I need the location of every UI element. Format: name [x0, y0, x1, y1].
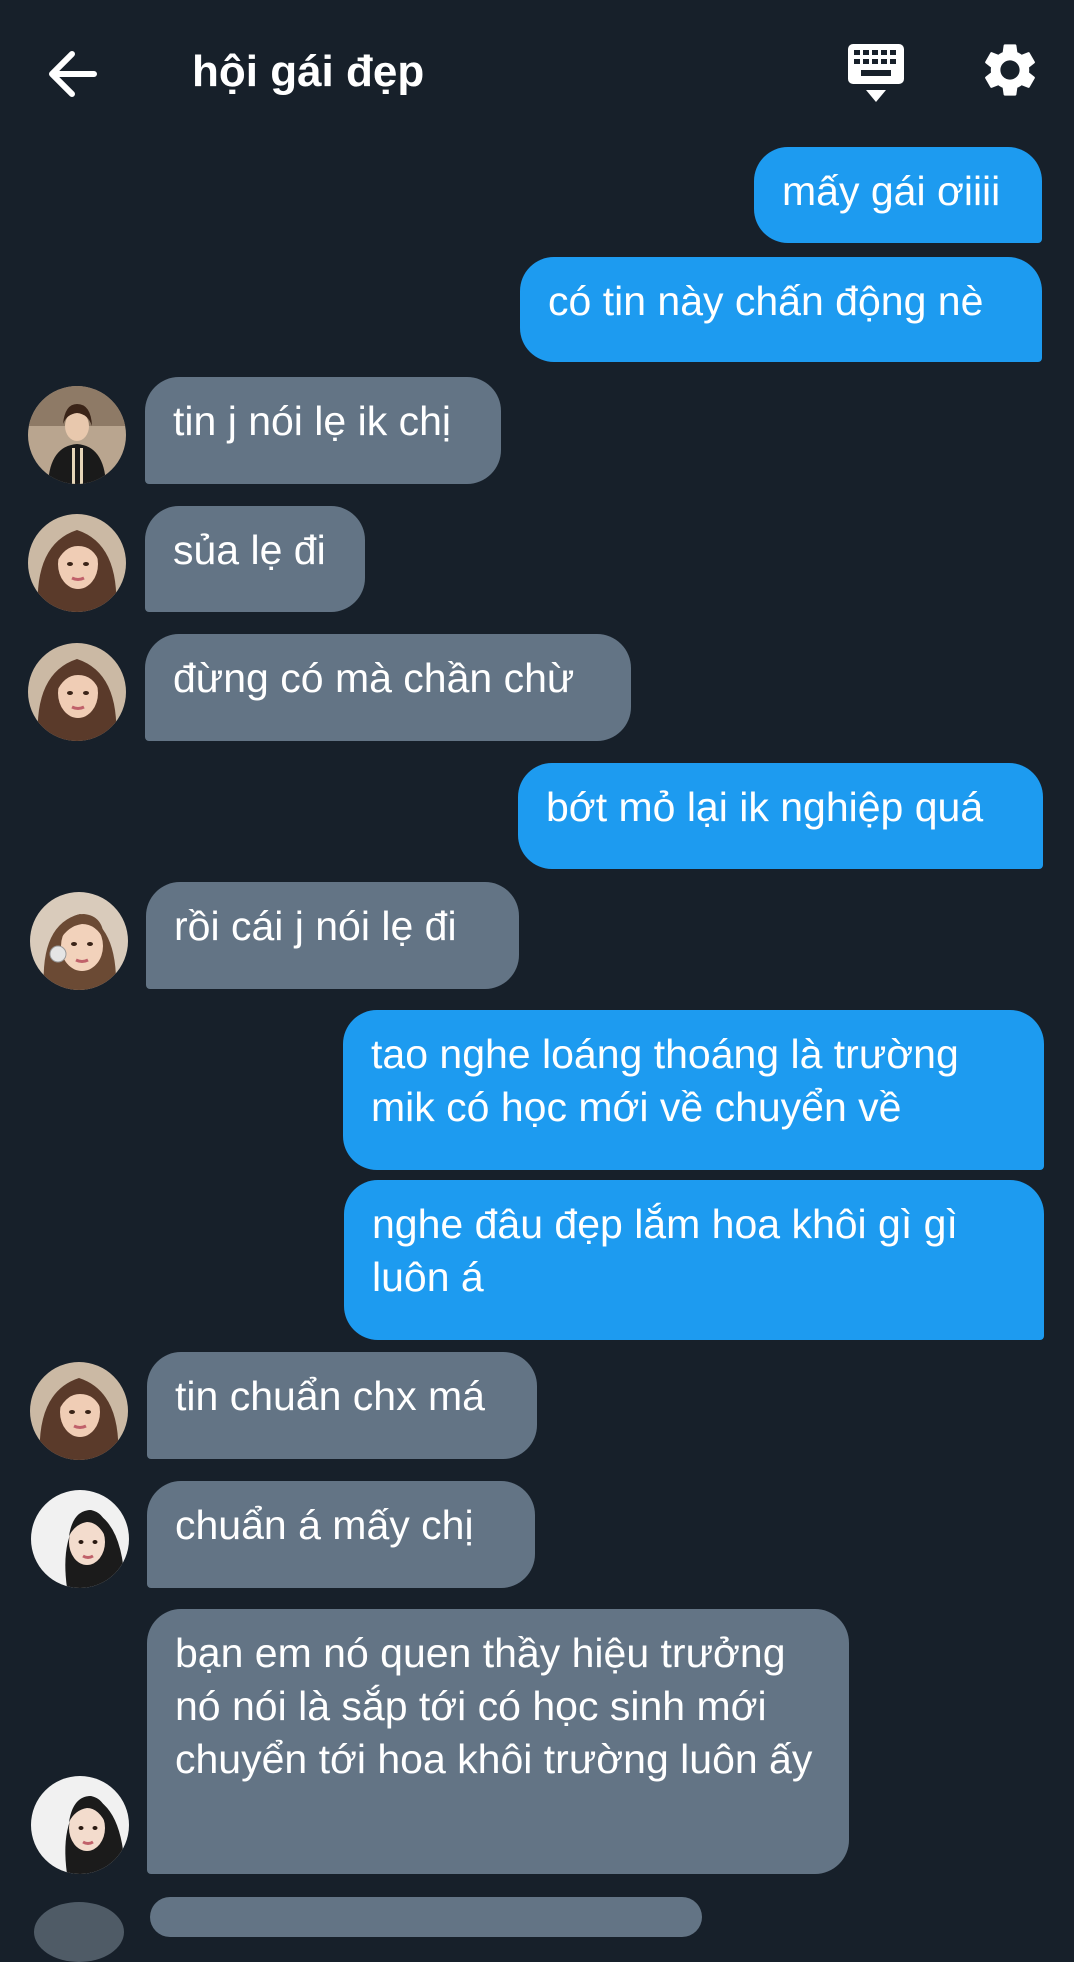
sent-message-bubble[interactable]: nghe đâu đẹp lắm hoa khôi gì gì luôn á — [344, 1180, 1044, 1340]
avatar-b[interactable] — [28, 643, 126, 741]
keyboard-hide-icon — [848, 44, 904, 102]
sent-message-bubble[interactable]: bớt mỏ lại ik nghiệp quá — [518, 763, 1043, 869]
arrow-left-icon — [49, 51, 97, 97]
avatar-a[interactable] — [28, 386, 126, 484]
received-message-bubble[interactable]: tin chuẩn chx má — [147, 1352, 537, 1459]
avatar-partial[interactable] — [34, 1902, 124, 1962]
chat-title: hội gái đẹp — [192, 47, 425, 96]
settings-button[interactable] — [978, 38, 1042, 102]
received-message-bubble[interactable]: tin j nói lẹ ik chị — [145, 377, 501, 484]
gear-icon — [985, 44, 1035, 96]
keyboard-hide-button[interactable] — [844, 40, 908, 106]
sent-message-bubble[interactable]: có tin này chấn động nè — [520, 257, 1042, 362]
avatar-b[interactable] — [30, 1362, 128, 1460]
avatar-d[interactable] — [31, 1490, 129, 1588]
received-message-bubble[interactable]: đừng có mà chần chừ — [145, 634, 631, 741]
avatar-c[interactable] — [30, 892, 128, 990]
header-bar: hội gái đẹp — [0, 0, 1074, 140]
received-message-bubble[interactable]: chuẩn á mấy chị — [147, 1481, 535, 1588]
avatar-d[interactable] — [31, 1776, 129, 1874]
received-message-bubble-partial[interactable] — [150, 1897, 702, 1937]
sent-message-bubble[interactable]: mấy gái ơiiii — [754, 147, 1042, 243]
message-list[interactable]: mấy gái ơiiii có tin này chấn động nè ti… — [0, 0, 1074, 1962]
avatar-b[interactable] — [28, 514, 126, 612]
received-message-bubble[interactable]: sủa lẹ đi — [145, 506, 365, 612]
back-button[interactable] — [36, 44, 108, 104]
sent-message-bubble[interactable]: tao nghe loáng thoáng là trường mik có h… — [343, 1010, 1044, 1170]
received-message-bubble[interactable]: rồi cái j nói lẹ đi — [146, 882, 519, 989]
received-message-bubble[interactable]: bạn em nó quen thầy hiệu trưởng nó nói l… — [147, 1609, 849, 1874]
